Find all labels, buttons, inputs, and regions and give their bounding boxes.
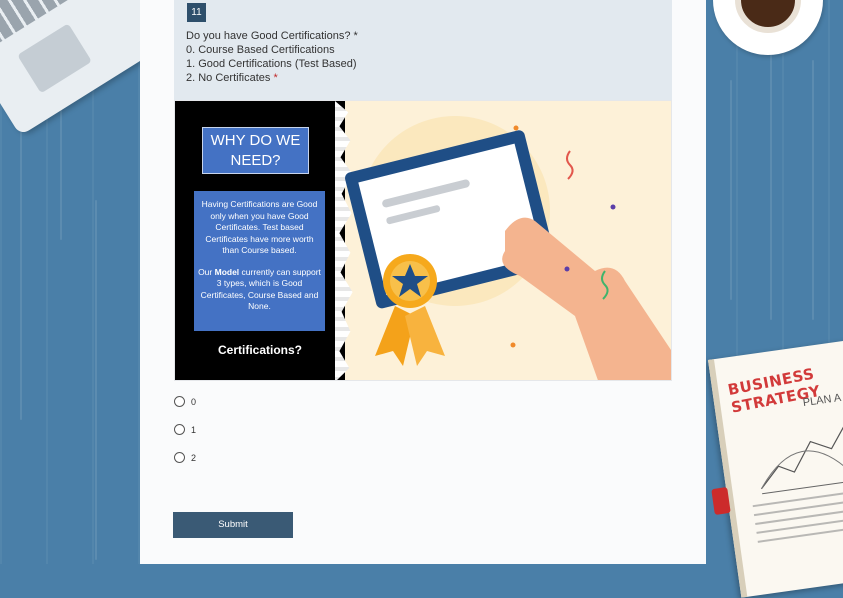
option-0[interactable]: 0 bbox=[174, 396, 196, 407]
notebook-sketch-chart bbox=[760, 426, 843, 495]
notebook-title: BUSINESS STRATEGY bbox=[726, 364, 822, 417]
question-title-line: Do you have Good Certifications? * bbox=[186, 29, 358, 43]
question-number-badge: 11 bbox=[187, 3, 206, 22]
option-0-label: 0 bbox=[191, 396, 197, 407]
question-line-2-text: 2. No Certificates bbox=[186, 72, 271, 84]
why-paragraph-1: Having Certifications are Good only when… bbox=[201, 199, 318, 255]
illustration-info-panel: WHY DO WE NEED? Having Certifications ar… bbox=[175, 101, 353, 380]
certificate-hand-graphic bbox=[345, 116, 671, 380]
radio-option-2[interactable] bbox=[174, 452, 185, 463]
question-illustration: WHY DO WE NEED? Having Certifications ar… bbox=[174, 100, 672, 381]
radio-option-0[interactable] bbox=[174, 396, 185, 407]
why-heading: WHY DO WE NEED? bbox=[202, 127, 309, 174]
question-title-asterisk: * bbox=[353, 30, 358, 42]
why-explanation: Having Certifications are Good only when… bbox=[194, 191, 325, 331]
question-header: 11 Do you have Good Certifications? * 0.… bbox=[174, 0, 672, 100]
option-1-label: 1 bbox=[191, 424, 197, 435]
option-1[interactable]: 1 bbox=[174, 424, 196, 435]
option-2[interactable]: 2 bbox=[174, 452, 196, 463]
question-line-1: 1. Good Certifications (Test Based) bbox=[186, 58, 357, 70]
question-title: Do you have Good Certifications? bbox=[186, 30, 351, 42]
question-line-0: 0. Course Based Certifications bbox=[186, 44, 335, 56]
form-panel: 11 Do you have Good Certifications? * 0.… bbox=[140, 0, 706, 564]
option-2-label: 2 bbox=[191, 452, 197, 463]
required-asterisk: * bbox=[273, 72, 278, 84]
question-line-2: 2. No Certificates * bbox=[186, 71, 358, 85]
submit-button[interactable]: Submit bbox=[173, 512, 293, 538]
radio-option-1[interactable] bbox=[174, 424, 185, 435]
binder-clip-decoration bbox=[711, 487, 731, 515]
illustration-caption: Certifications? bbox=[217, 343, 302, 357]
question-text: Do you have Good Certifications? * 0. Co… bbox=[186, 29, 358, 85]
why-paragraph-2: Our Model currently can support 3 types,… bbox=[198, 266, 321, 312]
